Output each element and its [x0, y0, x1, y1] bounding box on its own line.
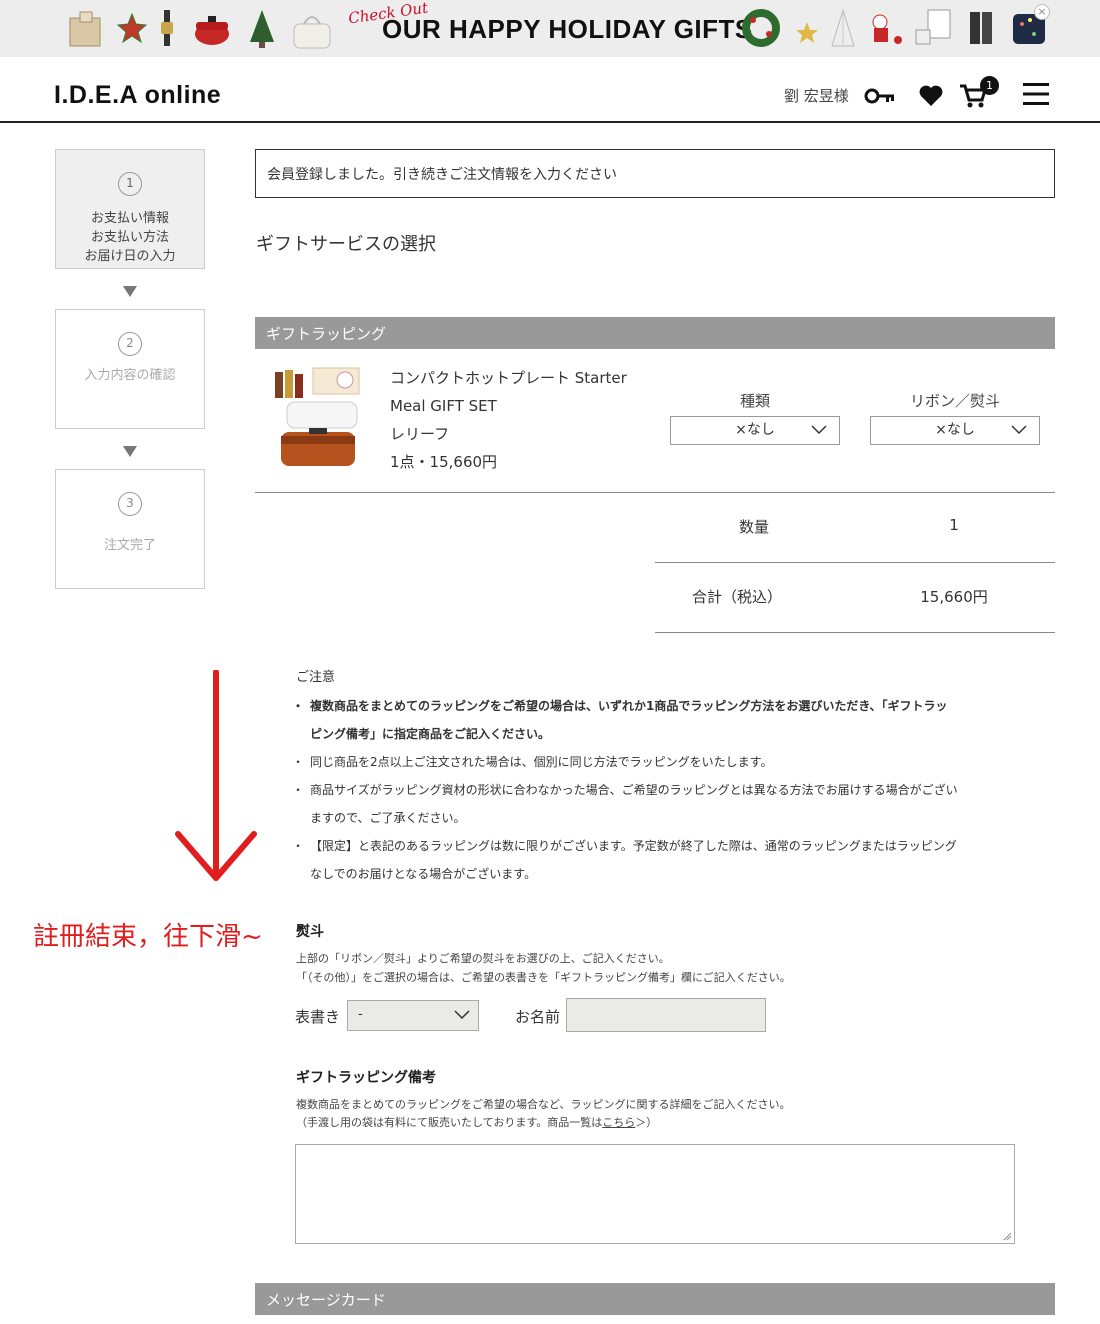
- wrapping-type-select[interactable]: ×なし: [670, 416, 840, 445]
- chevron-down-icon: [454, 1010, 470, 1020]
- banner-title: OUR HAPPY HOLIDAY GIFTS: [382, 14, 753, 44]
- wrapping-type-value: ×なし: [735, 422, 775, 438]
- gloves-icon: [970, 12, 992, 44]
- step-label: お支払い情報: [90, 211, 169, 226]
- resize-grip-icon[interactable]: [1002, 1231, 1012, 1241]
- ribbon-noshi-value: ×なし: [935, 422, 975, 438]
- gift-wrapping-bar: ギフトラッピング: [255, 317, 1055, 349]
- caution-title: ご注意: [296, 670, 336, 685]
- heart-icon[interactable]: [918, 84, 944, 108]
- product-name-cont[interactable]: Meal GIFT SET: [390, 392, 627, 420]
- frame-icon: [915, 9, 951, 45]
- glass-tree-icon: [831, 8, 855, 47]
- star-candle-icon: [796, 22, 818, 43]
- caution-text: ピング備考」に指定商品をご記入ください。: [310, 727, 551, 741]
- step-label: お届け日の入力: [84, 249, 176, 264]
- product-list-link[interactable]: こちら: [602, 1116, 635, 1129]
- caution-notes: ご注意 複数商品をまとめてのラッピングをご希望の場合は、いずれか1商品でラッピン…: [292, 664, 1016, 888]
- cart-count-badge: 1: [980, 76, 999, 95]
- noshi-name-input[interactable]: [566, 998, 766, 1032]
- chevron-down-icon: [1011, 425, 1027, 435]
- total-label: 合計（税込）: [691, 588, 782, 606]
- remarks-desc-text: ＞）: [635, 1116, 658, 1129]
- step-1-payment-info: 1 お支払い情報 お支払い方法 お届け日の入力: [55, 149, 205, 269]
- product-image[interactable]: [273, 364, 363, 474]
- remarks-textarea[interactable]: [295, 1144, 1015, 1244]
- step-2-confirm: 2 入力内容の確認: [55, 309, 205, 429]
- type-label: 種類: [739, 392, 770, 410]
- divider: [655, 562, 1055, 563]
- step-number: 1: [118, 172, 142, 196]
- step-number: 3: [118, 492, 142, 516]
- annotation-note: 註冊結束，往下滑~: [33, 922, 263, 952]
- caution-text: ますので、ご了承ください。: [310, 811, 466, 825]
- holiday-banner[interactable]: Check Out OUR HAPPY HOLIDAY GIFTS ×: [0, 0, 1100, 57]
- caution-text: 同じ商品を2点以上ご注文された場合は、個別に同じ方法でラッピングをいたします。: [310, 755, 773, 769]
- noshi-desc: 「（その他）」をご選択の場合は、ご希望の表書きを「ギフトラッピング備考」欄にご記…: [296, 971, 791, 984]
- site-header: I.D.E.A online 劉 宏昱様 1: [0, 57, 1100, 123]
- noshi-title: 熨斗: [296, 924, 324, 940]
- omotegaki-label: 表書き: [295, 1008, 341, 1026]
- site-logo[interactable]: I.D.E.A online: [54, 81, 221, 110]
- step-3-complete: 3 注文完了: [55, 469, 205, 589]
- product-qty-price: 1点・15,660円: [390, 453, 498, 471]
- remarks-desc-text: （手渡し用の袋は有料にて販売いたしております。商品一覧は: [296, 1116, 603, 1129]
- step-label: 入力内容の確認: [84, 368, 176, 383]
- gift-box-icon: [69, 11, 101, 47]
- remarks-desc: 複数商品をまとめてのラッピングをご希望の場合など、ラッピングに関する詳細をご記入…: [296, 1098, 791, 1111]
- message-card-bar: メッセージカード: [255, 1283, 1055, 1315]
- step-number: 2: [118, 332, 142, 356]
- christmas-tree-icon: [250, 10, 274, 48]
- caution-item: 商品サイズがラッピング資材の形状に合わなかった場合、ご希望のラッピングとは異なる…: [292, 776, 1016, 832]
- omotegaki-select[interactable]: -: [347, 1000, 479, 1031]
- omotegaki-value: -: [358, 1007, 363, 1022]
- caution-text: 商品サイズがラッピング資材の形状に合わなかった場合、ご希望のラッピングとは異なる…: [310, 783, 958, 797]
- quantity-label: 数量: [738, 518, 769, 536]
- santa-figure-icon: [872, 14, 902, 44]
- user-name[interactable]: 劉 宏昱様: [784, 85, 849, 106]
- step-arrow-icon: [123, 446, 137, 457]
- divider: [255, 492, 1055, 493]
- wreath-icon: [742, 9, 780, 47]
- watch-icon: [161, 10, 173, 46]
- star-ornament-icon: [116, 12, 148, 44]
- product-variant: レリーフ: [390, 425, 450, 443]
- product-details: コンパクトホットプレート Starter Meal GIFT SET レリーフ …: [390, 364, 627, 476]
- caution-item: 複数商品をまとめてのラッピングをご希望の場合は、いずれか1商品でラッピング方法を…: [292, 692, 1016, 748]
- caution-text: 【限定】と表記のあるラッピングは数に限りがございます。予定数が終了した際は、通常…: [310, 839, 957, 853]
- key-icon[interactable]: [864, 86, 896, 106]
- step-label: 注文完了: [103, 538, 156, 553]
- bag-icon: [293, 16, 331, 49]
- caution-text: なしでのお届けとなる場合がございます。: [310, 867, 537, 881]
- registration-notice: 会員登録しました。引き続きご注文情報を入力ください: [255, 149, 1055, 198]
- caution-item: 同じ商品を2点以上ご注文された場合は、個別に同じ方法でラッピングをいたします。: [292, 748, 1016, 776]
- quantity-value: 1: [949, 516, 959, 534]
- ribbon-noshi-select[interactable]: ×なし: [870, 416, 1040, 445]
- caution-text: 複数商品をまとめてのラッピングをご希望の場合は、いずれか1商品でラッピング方法を…: [310, 699, 948, 713]
- name-label: お名前: [515, 1008, 561, 1026]
- remarks-desc-2: （手渡し用の袋は有料にて販売いたしております。商品一覧はこちら＞）: [296, 1113, 657, 1132]
- caution-item: 【限定】と表記のあるラッピングは数に限りがございます。予定数が終了した際は、通常…: [292, 832, 1016, 888]
- step-arrow-icon: [123, 286, 137, 297]
- total-value: 15,660円: [920, 588, 988, 606]
- chevron-down-icon: [811, 425, 827, 435]
- noshi-desc: 上部の「リボン／熨斗」よりご希望の熨斗をお選びの上、ご記入ください。: [296, 952, 670, 965]
- product-name[interactable]: コンパクトホットプレート Starter: [390, 364, 627, 392]
- divider: [655, 632, 1055, 633]
- hamburger-menu-icon[interactable]: [1023, 82, 1049, 106]
- scroll-down-arrow-icon: [175, 670, 257, 881]
- section-heading: ギフトサービスの選択: [256, 234, 436, 255]
- ribbon-label: リボン／熨斗: [909, 392, 1000, 410]
- close-banner-button[interactable]: ×: [1034, 4, 1050, 20]
- step-label: お支払い方法: [90, 230, 169, 245]
- red-pot-icon: [195, 16, 229, 45]
- remarks-title: ギフトラッピング備考: [296, 1070, 436, 1086]
